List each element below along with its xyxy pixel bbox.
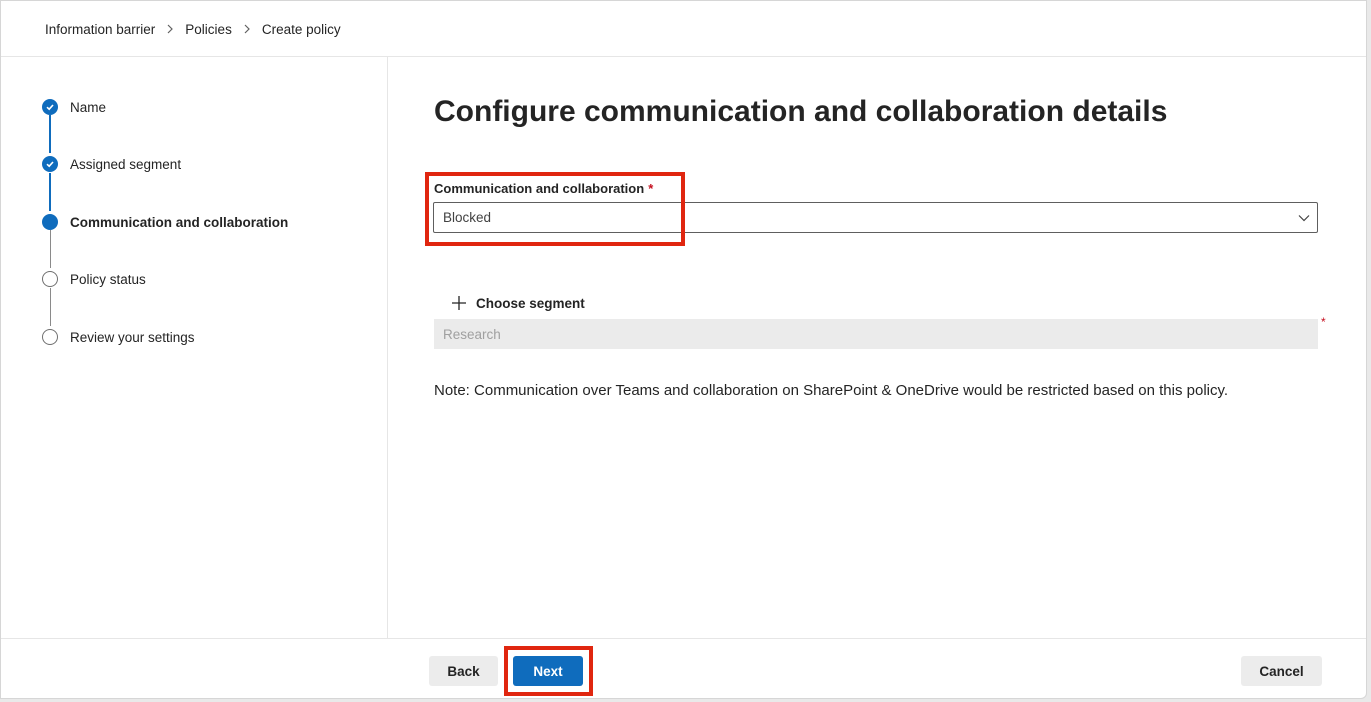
back-button[interactable]: Back (429, 656, 498, 686)
breadcrumb-policies[interactable]: Policies (185, 22, 232, 37)
next-button[interactable]: Next (513, 656, 583, 686)
choose-segment-button[interactable]: Choose segment (451, 292, 585, 314)
step-label: Communication and collaboration (70, 214, 289, 230)
create-policy-wizard: Information barrier Policies Create poli… (0, 0, 1367, 699)
step-policy-status[interactable]: Policy status (42, 269, 146, 289)
cancel-button[interactable]: Cancel (1241, 656, 1322, 686)
required-marker: * (648, 181, 654, 196)
page-title: Configure communication and collaboratio… (434, 95, 1168, 128)
empty-circle-icon (42, 271, 58, 287)
chevron-right-icon (163, 22, 177, 36)
empty-circle-icon (42, 329, 58, 345)
step-label: Name (70, 99, 107, 115)
breadcrumb-information-barrier[interactable]: Information barrier (45, 22, 155, 37)
step-label: Assigned segment (70, 156, 182, 172)
field-label-text: Communication and collaboration (434, 181, 645, 196)
segment-input[interactable] (434, 319, 1318, 349)
dropdown-value: Blocked (443, 210, 492, 225)
policy-note: Note: Communication over Teams and colla… (434, 382, 1229, 399)
plus-icon (451, 295, 467, 311)
checkmark-circle-icon (42, 156, 58, 172)
chevron-right-icon (240, 22, 254, 36)
breadcrumb: Information barrier Policies Create poli… (45, 19, 341, 39)
breadcrumb-create-policy: Create policy (261, 21, 341, 37)
wizard-stepper: Name Assigned segment Communication and … (1, 57, 388, 638)
step-name[interactable]: Name (42, 97, 106, 117)
required-marker: * (1321, 315, 1326, 329)
step-connector (49, 115, 51, 153)
step-review-your-settings[interactable]: Review your settings (42, 327, 195, 347)
step-connector (49, 230, 51, 268)
step-label: Policy status (70, 271, 146, 287)
checkmark-circle-icon (42, 99, 58, 115)
step-label: Review your settings (70, 329, 195, 345)
communication-dropdown[interactable]: Blocked (433, 202, 1318, 233)
step-connector (49, 173, 51, 211)
filled-circle-icon (42, 214, 58, 230)
step-connector (49, 288, 51, 326)
chevron-down-icon (1297, 211, 1311, 225)
step-assigned-segment[interactable]: Assigned segment (42, 154, 181, 174)
communication-field-label: Communication and collaboration * (434, 181, 653, 196)
footer-divider (1, 638, 1366, 639)
step-communication-and-collaboration[interactable]: Communication and collaboration (42, 212, 288, 232)
choose-segment-label: Choose segment (476, 295, 585, 311)
